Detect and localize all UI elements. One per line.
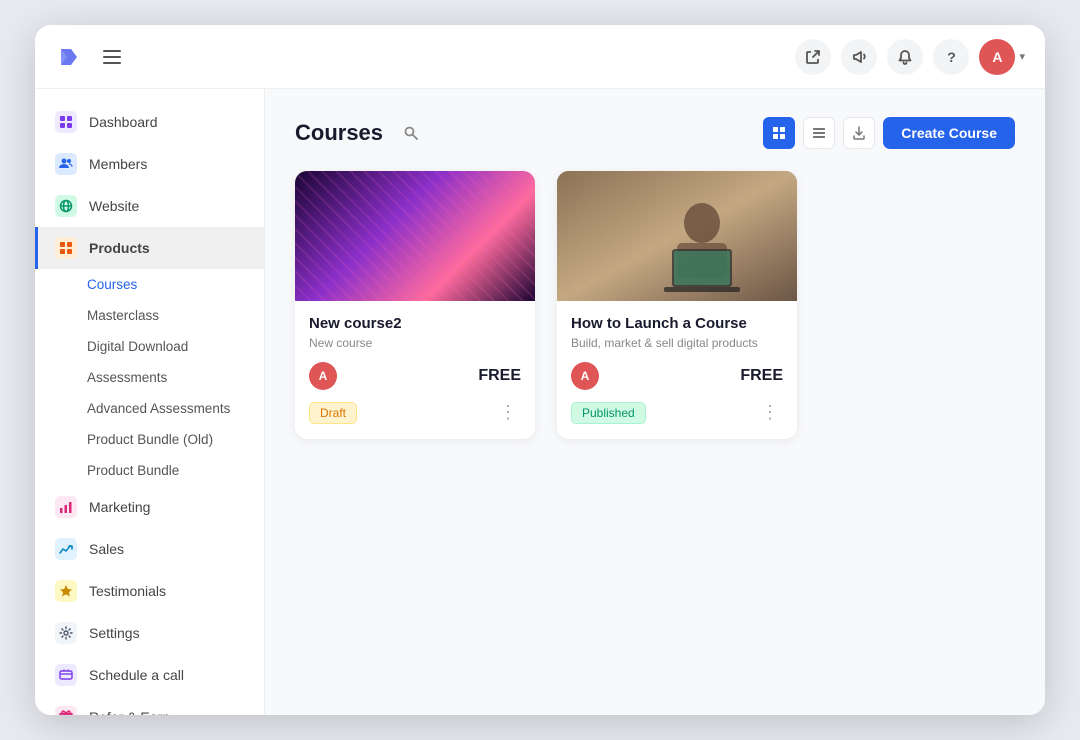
sidebar-label-testimonials: Testimonials <box>89 583 166 599</box>
sidebar-item-members[interactable]: Members <box>35 143 264 185</box>
sidebar-sub-item-product-bundle-old[interactable]: Product Bundle (Old) <box>87 424 264 455</box>
assessments-label: Assessments <box>87 370 167 385</box>
course-card-1-avatar: A <box>309 362 337 390</box>
export-button[interactable] <box>843 117 875 149</box>
search-button[interactable] <box>395 117 427 149</box>
sales-icon <box>55 538 77 560</box>
course-card-2: How to Launch a Course Build, market & s… <box>557 171 797 439</box>
members-icon <box>55 153 77 175</box>
question-mark: ? <box>947 49 956 65</box>
sidebar-item-refer-earn[interactable]: Refer & Earn <box>35 696 264 715</box>
course-card-1-status-badge: Draft <box>309 402 357 424</box>
sidebar-label-schedule-call: Schedule a call <box>89 667 184 683</box>
sidebar-label-settings: Settings <box>89 625 140 641</box>
toolbar-right: Create Course <box>763 117 1015 149</box>
help-button[interactable]: ? <box>933 39 969 75</box>
advanced-assessments-label: Advanced Assessments <box>87 401 230 416</box>
course-card-1: New course2 New course A FREE Draft ⋮ <box>295 171 535 439</box>
sidebar-label-members: Members <box>89 156 147 172</box>
courses-grid: New course2 New course A FREE Draft ⋮ <box>295 171 1015 439</box>
content-title-row: Courses <box>295 117 427 149</box>
sidebar-item-settings[interactable]: Settings <box>35 612 264 654</box>
course-card-1-more-button[interactable]: ⋮ <box>495 400 521 425</box>
external-link-button[interactable] <box>795 39 831 75</box>
sidebar: Dashboard Members <box>35 89 265 715</box>
refer-earn-icon <box>55 706 77 715</box>
products-submenu: Courses Masterclass Digital Download Ass… <box>35 269 264 486</box>
course-card-2-footer: Published ⋮ <box>571 400 783 425</box>
megaphone-button[interactable] <box>841 39 877 75</box>
main-layout: Dashboard Members <box>35 89 1045 715</box>
course-card-2-body: How to Launch a Course Build, market & s… <box>557 301 797 439</box>
course-card-2-image <box>557 171 797 301</box>
sidebar-label-products: Products <box>89 240 150 256</box>
topbar: ? A ▾ <box>35 25 1045 89</box>
settings-icon <box>55 622 77 644</box>
sidebar-label-marketing: Marketing <box>89 499 150 515</box>
sidebar-sub-item-advanced-assessments[interactable]: Advanced Assessments <box>87 393 264 424</box>
course-card-1-footer: Draft ⋮ <box>309 400 521 425</box>
chevron-down-icon: ▾ <box>1019 50 1025 63</box>
course-card-2-row: A FREE <box>571 362 783 390</box>
sidebar-label-sales: Sales <box>89 541 124 557</box>
sidebar-sub-item-courses[interactable]: Courses <box>87 269 264 300</box>
digital-download-label: Digital Download <box>87 339 188 354</box>
bell-button[interactable] <box>887 39 923 75</box>
courses-label: Courses <box>87 277 137 292</box>
content-header: Courses <box>295 117 1015 149</box>
sidebar-item-sales[interactable]: Sales <box>35 528 264 570</box>
product-bundle-old-label: Product Bundle (Old) <box>87 432 213 447</box>
course-card-1-title: New course2 <box>309 315 521 332</box>
masterclass-label: Masterclass <box>87 308 159 323</box>
course-card-2-status-badge: Published <box>571 402 646 424</box>
create-course-button[interactable]: Create Course <box>883 117 1015 149</box>
sidebar-sub-item-assessments[interactable]: Assessments <box>87 362 264 393</box>
hamburger-menu-icon[interactable] <box>99 46 125 68</box>
sidebar-label-dashboard: Dashboard <box>89 114 158 130</box>
logo-icon <box>55 43 83 71</box>
schedule-call-icon <box>55 664 77 686</box>
course-card-1-subtitle: New course <box>309 336 521 350</box>
course-card-1-body: New course2 New course A FREE Draft ⋮ <box>295 301 535 439</box>
course-card-2-avatar: A <box>571 362 599 390</box>
sidebar-label-refer-earn: Refer & Earn <box>89 709 170 715</box>
course-card-1-image <box>295 171 535 301</box>
website-icon <box>55 195 77 217</box>
marketing-icon <box>55 496 77 518</box>
course-card-2-price: FREE <box>740 367 783 385</box>
content-area: Courses <box>265 89 1045 715</box>
product-bundle-label: Product Bundle <box>87 463 179 478</box>
course-card-2-more-button[interactable]: ⋮ <box>757 400 783 425</box>
course-card-1-price: FREE <box>478 367 521 385</box>
dashboard-icon <box>55 111 77 133</box>
sidebar-item-products[interactable]: Products <box>35 227 264 269</box>
course-card-1-row: A FREE <box>309 362 521 390</box>
sidebar-item-testimonials[interactable]: Testimonials <box>35 570 264 612</box>
sidebar-item-website[interactable]: Website <box>35 185 264 227</box>
course-card-2-subtitle: Build, market & sell digital products <box>571 336 783 350</box>
sidebar-item-dashboard[interactable]: Dashboard <box>35 101 264 143</box>
sidebar-sub-item-product-bundle[interactable]: Product Bundle <box>87 455 264 486</box>
products-icon <box>55 237 77 259</box>
testimonials-icon <box>55 580 77 602</box>
sidebar-item-marketing[interactable]: Marketing <box>35 486 264 528</box>
sidebar-sub-item-digital-download[interactable]: Digital Download <box>87 331 264 362</box>
course-card-2-title: How to Launch a Course <box>571 315 783 332</box>
topbar-left <box>55 43 125 71</box>
topbar-right: ? A ▾ <box>795 39 1025 75</box>
grid-view-button[interactable] <box>763 117 795 149</box>
user-avatar-wrapper[interactable]: A ▾ <box>979 39 1025 75</box>
sidebar-item-schedule-call[interactable]: Schedule a call <box>35 654 264 696</box>
page-title: Courses <box>295 120 383 146</box>
sidebar-label-website: Website <box>89 198 139 214</box>
list-view-button[interactable] <box>803 117 835 149</box>
user-avatar[interactable]: A <box>979 39 1015 75</box>
sidebar-sub-item-masterclass[interactable]: Masterclass <box>87 300 264 331</box>
app-window: ? A ▾ Dashboard <box>35 25 1045 715</box>
